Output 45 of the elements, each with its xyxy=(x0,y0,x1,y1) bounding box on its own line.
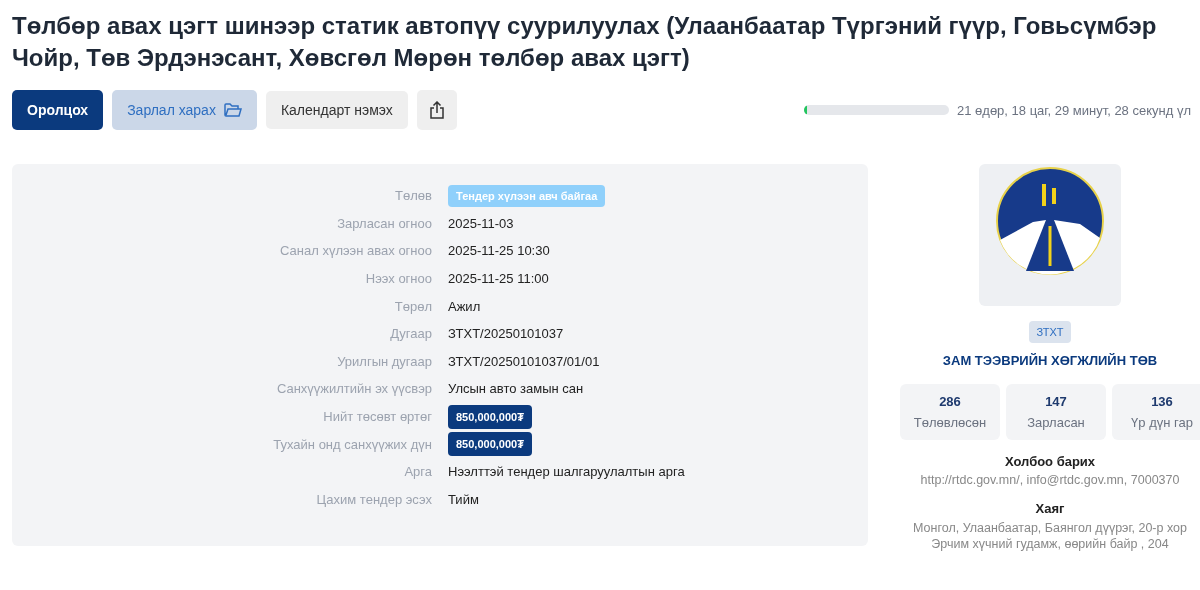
page-title: Төлбөр авах цэгт шинээр статик автопүү суурилуулах (Улаанбаатар Түргэний гүүр, Говьсүмбэр Чойр, Төв Эрдэнэсант, Хөвсгөл Мөрөн төлбөр авах цэгт) xyxy=(12,11,1158,73)
detail-label: Тухайн онд санхүүжих дүн xyxy=(273,436,432,452)
detail-value: Улсын авто замын сан xyxy=(448,381,584,397)
detail-value: 2025-11-25 11:00 xyxy=(448,271,549,287)
detail-value: Нээлттэй тендер шалгаруулалтын арга xyxy=(448,464,685,480)
detail-value: Ажил xyxy=(448,298,481,314)
announcement-button[interactable]: Зарлал харах xyxy=(112,90,257,130)
address-line: Эрчим хүчний гудамж, өөрийн байр , 204 xyxy=(931,536,1169,552)
folder-icon xyxy=(223,102,242,118)
amount-tag: 850,000,000₮ xyxy=(448,404,532,429)
detail-value: ЗТХТ/20250101037/01/01 xyxy=(448,353,600,369)
stat-label: Үр дүн гар xyxy=(1131,415,1193,430)
countdown-text: 21 өдөр, 18 цаг, 29 минут, 28 секунд үл xyxy=(957,102,1192,118)
amount-tag: 850,000,000₮ xyxy=(448,432,532,457)
detail-label: Төлөв xyxy=(395,188,432,204)
detail-label: Санхүүжилтийн эх үүсвэр xyxy=(276,381,432,397)
stat-value: 286 xyxy=(939,394,961,409)
participate-button[interactable]: Оролцох xyxy=(12,90,104,130)
stat-value: 136 xyxy=(1151,394,1173,409)
detail-label: Арга xyxy=(404,464,432,480)
detail-value: 2025-11-03 xyxy=(448,215,514,231)
address-heading: Хаяг xyxy=(1035,501,1065,516)
address-line: Монгол, Улаанбаатар, Баянгол дүүрэг, 20-р хор xyxy=(913,520,1187,536)
stat-label: Төлөвлөсөн xyxy=(913,415,987,430)
contact-heading: Холбоо барих xyxy=(1004,454,1096,469)
detail-label: Төрөл xyxy=(394,298,432,314)
share-icon xyxy=(428,101,445,119)
detail-value: 2025-11-25 10:30 xyxy=(448,243,550,259)
detail-label: Урилгын дугаар xyxy=(337,353,432,369)
status-tag: Тендер хүлээн авч байгаа xyxy=(448,184,606,207)
contact-text: http://rtdc.gov.mn/, info@rtdc.gov.mn, 7000370 xyxy=(920,473,1180,487)
detail-label: Зарласан огноо xyxy=(337,215,432,231)
stat-value: 147 xyxy=(1045,394,1067,409)
share-button[interactable] xyxy=(416,90,457,130)
calendar-button[interactable]: Календарт нэмэх xyxy=(265,91,408,129)
detail-label: Нийт төсөвт өртөг xyxy=(323,409,432,425)
detail-label: Цахим тендер эсэх xyxy=(316,491,432,507)
detail-label: Санал хүлээн авах огноо xyxy=(280,243,432,259)
detail-value: Тийм xyxy=(448,491,479,507)
detail-label: Дугаар xyxy=(390,326,432,342)
org-code-tag: ЗТХТ xyxy=(1029,321,1071,343)
stat-label: Зарласан xyxy=(1027,415,1085,430)
detail-value: ЗТХТ/20250101037 xyxy=(448,326,564,342)
detail-label: Нээх огноо xyxy=(365,271,432,287)
org-name[interactable]: ЗАМ ТЭЭВРИЙН ХӨГЖЛИЙН ТӨВ xyxy=(942,353,1158,368)
